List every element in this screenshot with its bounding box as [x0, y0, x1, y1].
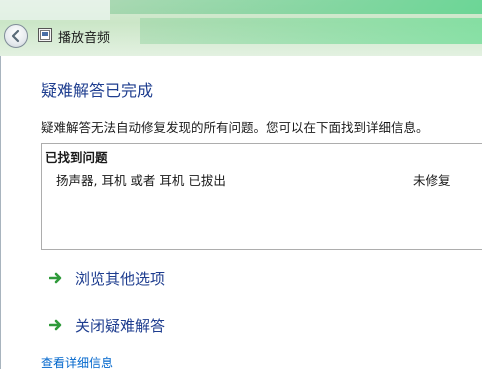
title-bar: 播放音频 — [0, 0, 482, 56]
window-title: 播放音频 — [58, 31, 111, 46]
glass-blur — [0, 0, 110, 20]
green-arrow-icon — [49, 272, 62, 284]
troubleshooter-window: 播放音频 疑难解答已完成 疑难解答无法自动修复发现的所有问题。您可以在下面找到详… — [0, 0, 482, 369]
content-area: 疑难解答已完成 疑难解答无法自动修复发现的所有问题。您可以在下面找到详细信息。 … — [0, 56, 482, 369]
close-troubleshooter-link[interactable]: 关闭疑难解答 — [49, 314, 165, 336]
glass-blur — [140, 18, 482, 44]
glass-blur — [110, 0, 482, 14]
back-button[interactable] — [4, 24, 28, 48]
problem-item-status: 未修复 — [413, 173, 451, 188]
problems-list: 已找到问题 扬声器, 耳机 或者 耳机 已拔出 未修复 — [41, 143, 482, 250]
view-details-link[interactable]: 查看详细信息 — [41, 354, 113, 369]
problems-header: 已找到问题 — [45, 150, 108, 165]
result-description: 疑难解答无法自动修复发现的所有问题。您可以在下面找到详细信息。 — [41, 120, 429, 135]
browse-other-options-link[interactable]: 浏览其他选项 — [49, 267, 165, 289]
close-troubleshooter-label: 关闭疑难解答 — [75, 316, 166, 335]
page-heading: 疑难解答已完成 — [41, 81, 154, 100]
back-arrow-icon — [11, 29, 20, 43]
troubleshooter-app-icon — [38, 28, 52, 42]
browse-other-options-label: 浏览其他选项 — [75, 269, 166, 288]
problem-item-name: 扬声器, 耳机 或者 耳机 已拔出 — [56, 173, 226, 188]
green-arrow-icon — [49, 319, 62, 331]
